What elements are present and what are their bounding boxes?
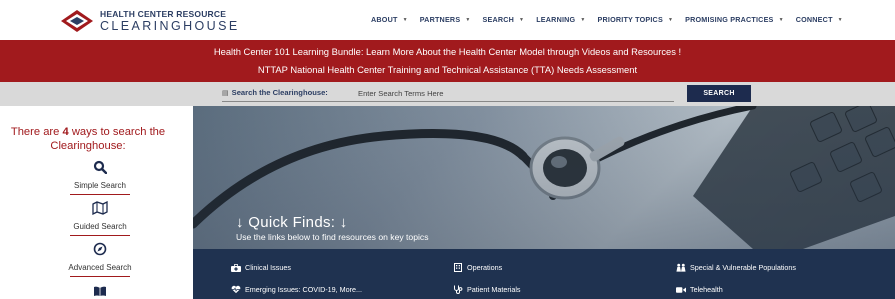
nav-item-search[interactable]: SEARCH ▼ bbox=[482, 15, 524, 24]
quick-find-telehealth[interactable]: Telehealth bbox=[676, 285, 723, 294]
chevron-down-icon: ▼ bbox=[402, 16, 408, 23]
logo-subtitle: CLEARINGHOUSE bbox=[100, 18, 240, 33]
advanced-search-link[interactable]: Advanced Search bbox=[60, 242, 140, 277]
chevron-down-icon: ▼ bbox=[778, 16, 784, 23]
nav-label: LEARNING bbox=[536, 15, 576, 24]
quick-find-label: Special & Vulnerable Populations bbox=[690, 263, 797, 272]
nav-item-connect[interactable]: CONNECT ▼ bbox=[796, 15, 843, 24]
nav-label: PRIORITY TOPICS bbox=[597, 15, 663, 24]
heartbeat-icon bbox=[231, 285, 241, 294]
announcement-bar: Health Center 101 Learning Bundle: Learn… bbox=[0, 40, 895, 82]
nav-item-priority-topics[interactable]: PRIORITY TOPICS ▼ bbox=[598, 15, 674, 24]
simple-search-label: Simple Search bbox=[73, 181, 127, 190]
quick-find-label: Patient Materials bbox=[467, 285, 521, 294]
quick-find-label: Telehealth bbox=[690, 285, 723, 294]
search-label: ▤ Search the Clearinghouse: bbox=[222, 88, 328, 97]
video-camera-icon bbox=[676, 286, 686, 294]
people-icon bbox=[676, 263, 686, 272]
simple-search-link[interactable]: Simple Search bbox=[60, 160, 140, 195]
search-input-underline bbox=[222, 101, 674, 102]
search-bar: ▤ Search the Clearinghouse: bbox=[0, 82, 895, 106]
nav-label: SEARCH bbox=[482, 15, 515, 24]
quick-find-patient-materials[interactable]: Patient Materials bbox=[453, 285, 521, 294]
divider bbox=[70, 235, 130, 236]
advanced-search-label: Advanced Search bbox=[68, 263, 132, 272]
divider bbox=[70, 276, 130, 277]
quick-find-label: Emerging Issues: COVID-19, More... bbox=[245, 285, 363, 294]
quick-finds-title: ↓ Quick Finds: ↓ bbox=[236, 214, 348, 231]
site-header: HEALTH CENTER RESOURCE CLEARINGHOUSE ABO… bbox=[0, 0, 895, 40]
quick-find-label: Clinical Issues bbox=[245, 263, 291, 272]
ways-intro: There are 4 ways to search the Clearingh… bbox=[10, 126, 166, 152]
announcement-link-hc101[interactable]: Health Center 101 Learning Bundle: Learn… bbox=[0, 44, 895, 60]
announcement-link-nttap[interactable]: NTTAP National Health Center Training an… bbox=[0, 62, 895, 78]
quick-finds-subtitle: Use the links below to find resources on… bbox=[236, 232, 429, 242]
nav-label: PARTNERS bbox=[419, 15, 461, 24]
book-icon bbox=[60, 284, 140, 299]
quick-find-special-populations[interactable]: Special & Vulnerable Populations bbox=[676, 263, 796, 272]
fourth-search-link[interactable] bbox=[60, 284, 140, 299]
search-ways-sidebar: There are 4 ways to search the Clearingh… bbox=[0, 106, 193, 299]
ways-count: 4 bbox=[62, 126, 69, 138]
search-button[interactable]: SEARCH bbox=[687, 85, 751, 102]
nav-item-partners[interactable]: PARTNERS ▼ bbox=[420, 15, 471, 24]
nav-label: PROMISING PRACTICES bbox=[685, 15, 774, 24]
medical-kit-icon bbox=[231, 263, 241, 272]
stethoscope-icon bbox=[453, 285, 463, 294]
quick-finds-bar: Clinical Issues Operations Special & Vul… bbox=[193, 249, 895, 299]
quick-find-operations[interactable]: Operations bbox=[453, 263, 502, 272]
guided-search-link[interactable]: Guided Search bbox=[60, 200, 140, 236]
site-logo[interactable]: HEALTH CENTER RESOURCE CLEARINGHOUSE bbox=[60, 8, 240, 34]
quick-find-clinical-issues[interactable]: Clinical Issues bbox=[231, 263, 291, 272]
nav-item-about[interactable]: ABOUT ▼ bbox=[371, 15, 408, 24]
nav-item-learning[interactable]: LEARNING ▼ bbox=[536, 15, 585, 24]
chevron-down-icon: ▼ bbox=[519, 16, 525, 23]
nav-item-promising-practices[interactable]: PROMISING PRACTICES ▼ bbox=[685, 15, 784, 24]
search-icon bbox=[60, 160, 140, 176]
main-nav: ABOUT ▼ PARTNERS ▼ SEARCH ▼ LEARNING ▼ PRIOR… bbox=[371, 15, 843, 24]
compass-icon bbox=[60, 242, 140, 258]
quick-find-emerging-issues[interactable]: Emerging Issues: COVID-19, More... bbox=[231, 285, 362, 294]
guided-search-label: Guided Search bbox=[73, 222, 127, 231]
map-icon bbox=[60, 200, 140, 217]
search-input[interactable] bbox=[358, 86, 668, 100]
chevron-down-icon: ▼ bbox=[837, 16, 843, 23]
quick-find-label: Operations bbox=[467, 263, 503, 272]
logo-title: HEALTH CENTER RESOURCE bbox=[100, 9, 227, 19]
divider bbox=[70, 194, 130, 195]
hero-image: ↓ Quick Finds: ↓ Use the links below to … bbox=[193, 106, 895, 249]
nav-label: CONNECT bbox=[795, 15, 833, 24]
nav-label: ABOUT bbox=[371, 15, 398, 24]
search-box-icon: ▤ bbox=[222, 89, 229, 97]
chevron-down-icon: ▼ bbox=[580, 16, 586, 23]
chevron-down-icon: ▼ bbox=[465, 16, 471, 23]
logo-diamond-icon bbox=[60, 9, 94, 33]
building-icon bbox=[453, 263, 463, 272]
chevron-down-icon: ▼ bbox=[667, 16, 674, 23]
